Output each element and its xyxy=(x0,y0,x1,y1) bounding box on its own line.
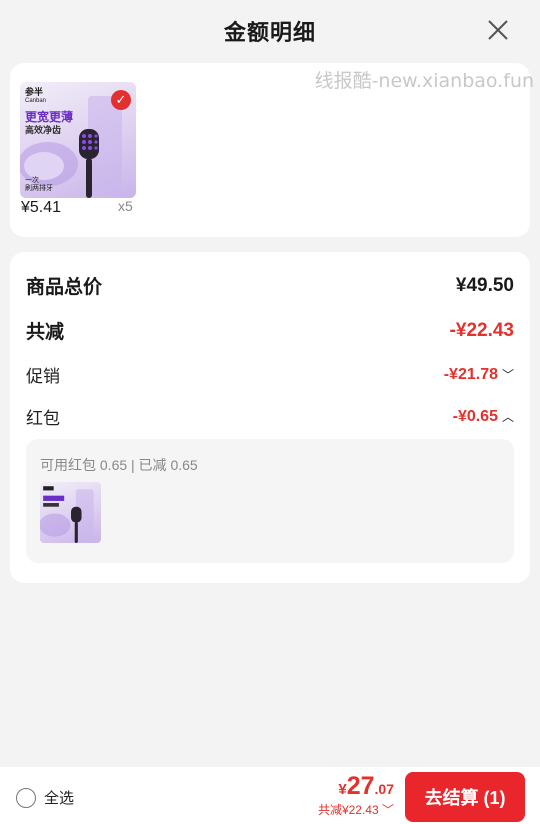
reduce-value: -¥22.43 xyxy=(449,319,514,341)
chevron-up-icon[interactable]: ︿ xyxy=(502,408,514,425)
coupon-row[interactable]: 红包 -¥0.65 ︿ xyxy=(26,404,514,429)
final-price: ¥27.07 xyxy=(338,772,394,800)
reduce-label: 共减 xyxy=(26,322,65,343)
close-icon[interactable] xyxy=(486,18,510,42)
header: 金额明细 xyxy=(0,0,540,62)
watermark: 线报酷-new.xianbao.fun xyxy=(314,70,534,92)
chevron-down-icon[interactable]: ﹀ xyxy=(502,366,514,383)
total-value: ¥49.50 xyxy=(455,274,514,296)
item-quantity: x5 xyxy=(118,198,133,214)
product-subline: 高效净齿 xyxy=(25,125,62,135)
coupon-detail-text: 可用红包 0.65 | 已减 0.65 xyxy=(40,457,198,473)
coupon-detail-box: 可用红包 0.65 | 已减 0.65 xyxy=(26,439,514,563)
page-title: 金额明细 xyxy=(223,20,316,45)
check-circle-icon: ✓ xyxy=(111,90,131,110)
item-price: ¥5.41 xyxy=(21,199,62,216)
reduce-row: 共减 -¥22.43 xyxy=(26,317,514,344)
select-all-label: 全选 xyxy=(44,790,75,807)
coupon-label: 红包 xyxy=(26,409,60,428)
product-bottom-text: 一次 刷两排牙 xyxy=(25,176,53,193)
summary-card: 商品总价 ¥49.50 共减 -¥22.43 促销 -¥21.78 ﹀ 红包 -… xyxy=(10,252,530,583)
coupon-product-thumbnail[interactable] xyxy=(40,482,101,543)
promo-row[interactable]: 促销 -¥21.78 ﹀ xyxy=(26,362,514,387)
chevron-down-icon[interactable]: ﹀ xyxy=(379,803,394,817)
select-all[interactable]: 全选 xyxy=(16,787,74,808)
promo-value-wrap[interactable]: -¥21.78 ﹀ xyxy=(444,366,514,384)
total-row: 商品总价 ¥49.50 xyxy=(26,272,514,299)
coupon-value-wrap[interactable]: -¥0.65 ︿ xyxy=(453,408,514,426)
final-price-block: ¥27.07 共减¥22.43 ﹀ xyxy=(318,772,394,818)
coupon-value: -¥0.65 xyxy=(452,407,498,425)
total-label: 商品总价 xyxy=(26,277,103,298)
bottom-bar: 全选 ¥27.07 共减¥22.43 ﹀ 去结算 (1) xyxy=(0,767,540,824)
checkout-button[interactable]: 去结算 (1) xyxy=(405,772,525,822)
promo-label: 促销 xyxy=(26,367,60,386)
toothbrush-image xyxy=(40,486,94,543)
final-reduce[interactable]: 共减¥22.43 ﹀ xyxy=(318,801,394,818)
product-brand: 参半 Canban xyxy=(25,87,47,104)
promo-value: -¥21.78 xyxy=(443,365,498,383)
radio-button[interactable] xyxy=(16,787,36,808)
product-thumbnail[interactable]: 参半 Canban 更宽更薄 高效净齿 一次 刷两排牙 ✓ xyxy=(20,82,136,198)
